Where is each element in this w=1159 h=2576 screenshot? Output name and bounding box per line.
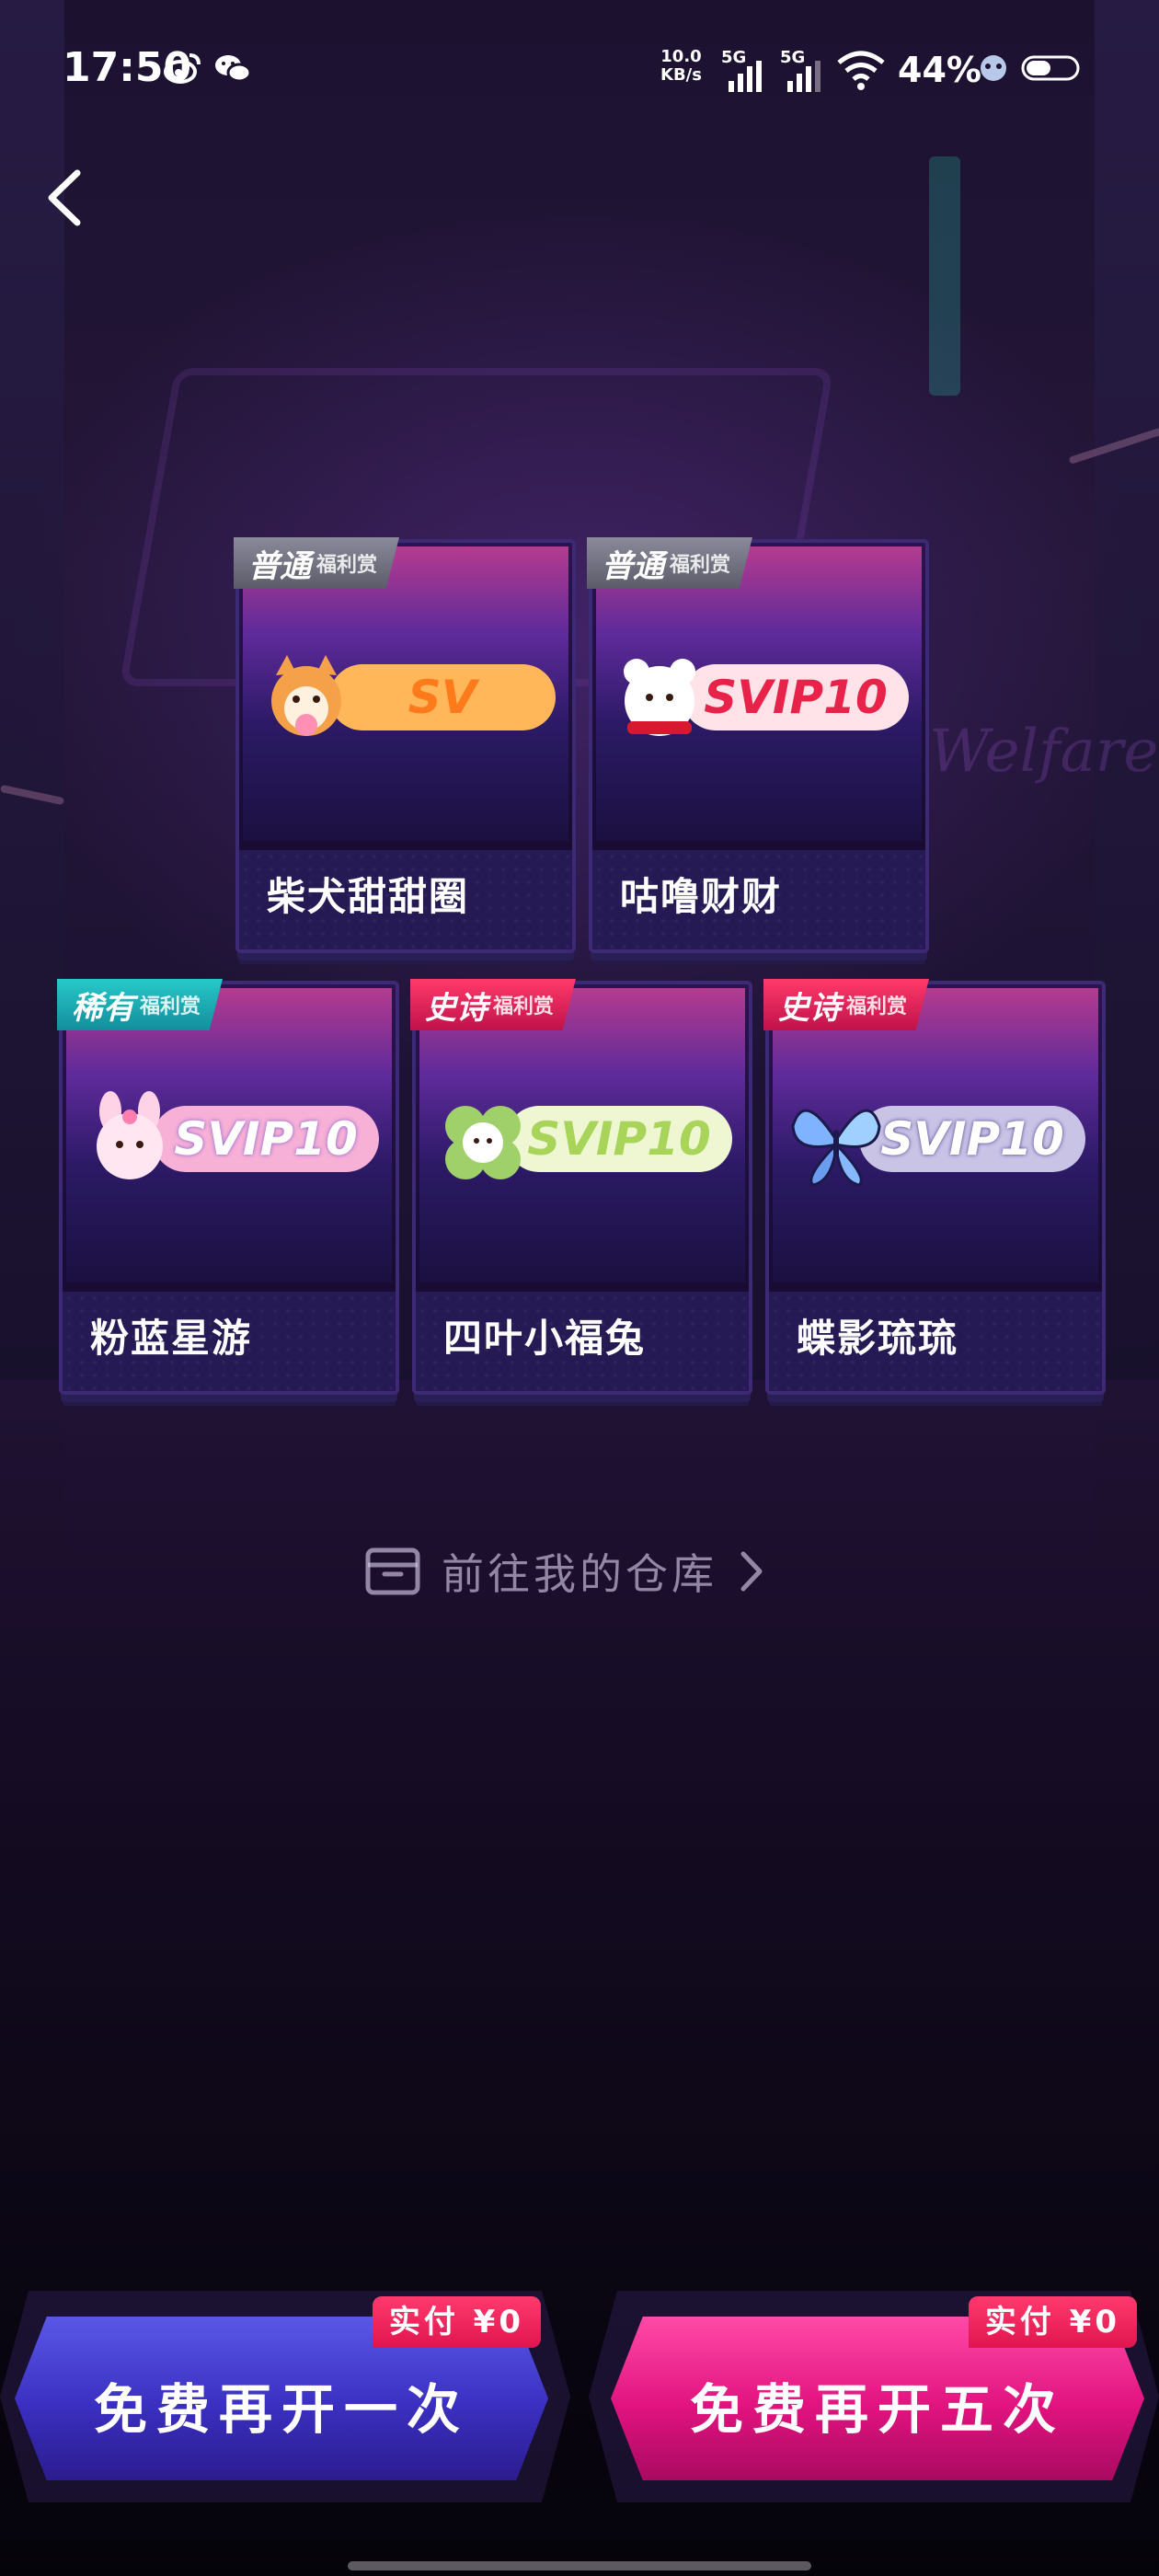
reward-card[interactable]: SVIP10 普通 福利赏 咕噜财财 (587, 537, 929, 953)
home-indicator[interactable] (348, 2561, 811, 2570)
card-name: 蝶影琉琉 (797, 1316, 959, 1361)
badge-plate: SVIP10 (153, 1106, 379, 1172)
card-name: 柴犬甜甜圈 (267, 874, 470, 919)
tier-label: 史诗 (778, 989, 841, 1027)
chevron-left-icon (48, 169, 81, 226)
badge-plate: SVIP10 (683, 664, 909, 730)
badge-art: SVIP10 (79, 1089, 379, 1190)
card-art-area: SVIP10 (66, 988, 392, 1282)
badge-plate: SV (329, 664, 556, 730)
weibo-icon (164, 52, 202, 85)
tier-label: 史诗 (425, 989, 488, 1027)
badge-art: SVIP10 (432, 1089, 732, 1190)
tier-tag: 普通 福利赏 (587, 537, 753, 589)
network-speed-value: 10.0 (660, 47, 702, 66)
card-name-bar: 蝶影琉琉 (769, 1292, 1102, 1391)
card-name-bar: 咕噜财财 (592, 850, 925, 949)
warehouse-link[interactable]: 前往我的仓库 (364, 1542, 765, 1601)
tier-label: 普通 (602, 547, 664, 585)
battery-percentage: 44% (898, 50, 981, 90)
badge-plate: SVIP10 (859, 1106, 1085, 1172)
background-pillar-left (0, 0, 64, 1564)
badge-art: SV (256, 648, 556, 749)
reward-type-label: 福利赏 (140, 995, 201, 1018)
status-bar: 17:50 10.0 KB/s 5G 5G 44% (0, 0, 1159, 138)
butterfly-icon (791, 1109, 881, 1187)
open-five-button[interactable]: 免费再开五次 实付 ¥0 (611, 2296, 1144, 2480)
card-name: 咕噜财财 (620, 874, 783, 919)
open-once-label: 免费再开一次 (93, 2378, 469, 2441)
wifi-icon (835, 50, 887, 90)
network-speed-unit: KB/s (660, 65, 702, 85)
battery-icon (1021, 52, 1087, 91)
signal-sim1-icon: 5G (721, 48, 773, 94)
tier-tag: 稀有 福利赏 (57, 979, 224, 1030)
badge-art: SVIP10 (786, 1089, 1085, 1190)
reward-type-label: 福利赏 (670, 554, 731, 577)
tier-tag: 普通 福利赏 (234, 537, 400, 589)
reward-type-label: 福利赏 (493, 995, 555, 1018)
wechat-icon (213, 52, 252, 85)
tier-label: 普通 (248, 547, 311, 585)
open-five-label: 免费再开五次 (689, 2378, 1065, 2441)
card-name: 粉蓝星游 (90, 1316, 253, 1361)
reward-card[interactable]: SV 普通 福利赏 柴犬甜甜圈 (234, 537, 576, 953)
tier-label: 稀有 (72, 989, 134, 1027)
open-once-button[interactable]: 免费再开一次 实付 ¥0 (15, 2296, 548, 2480)
back-button[interactable] (37, 166, 101, 230)
warehouse-box-icon (365, 1547, 420, 1595)
reward-card[interactable]: SVIP10 史诗 福利赏 蝶影琉琉 (763, 979, 1106, 1395)
card-name-bar: 柴犬甜甜圈 (239, 850, 572, 949)
warehouse-link-label: 前往我的仓库 (442, 1549, 717, 1599)
card-art-area: SVIP10 (596, 546, 922, 841)
badge-plate: SVIP10 (506, 1106, 732, 1172)
reward-type-label: 福利赏 (846, 995, 908, 1018)
background-neon-sign (929, 156, 960, 396)
signal-sim2-icon: 5G (780, 48, 832, 94)
tier-tag: 史诗 福利赏 (763, 979, 930, 1030)
card-art-area: SVIP10 (419, 988, 745, 1282)
card-name: 四叶小福兔 (443, 1316, 647, 1361)
card-name-bar: 四叶小福兔 (416, 1292, 749, 1391)
price-tag: 实付 ¥0 (372, 2296, 541, 2348)
clover-bunny-mascot-icon (445, 1106, 521, 1179)
card-name-bar: 粉蓝星游 (63, 1292, 396, 1391)
shiba-mascot-icon (271, 655, 341, 736)
app-notification-icon (975, 52, 1012, 91)
reward-type-label: 福利赏 (316, 554, 378, 577)
tier-tag: 史诗 福利赏 (410, 979, 577, 1030)
bunny-mascot-icon (97, 1091, 163, 1179)
reward-card[interactable]: SVIP10 史诗 福利赏 四叶小福兔 (410, 979, 752, 1395)
background-welfare-text: Welfare (929, 718, 1159, 786)
card-art-area: SVIP10 (773, 988, 1098, 1282)
bear-mascot-icon (624, 659, 695, 736)
chevron-right-icon (740, 1551, 763, 1592)
reward-card[interactable]: SVIP10 稀有 福利赏 粉蓝星游 (57, 979, 399, 1395)
network-speed: 10.0 KB/s (660, 48, 702, 85)
price-tag: 实付 ¥0 (968, 2296, 1137, 2348)
badge-art: SVIP10 (609, 648, 909, 749)
card-art-area: SV (243, 546, 568, 841)
